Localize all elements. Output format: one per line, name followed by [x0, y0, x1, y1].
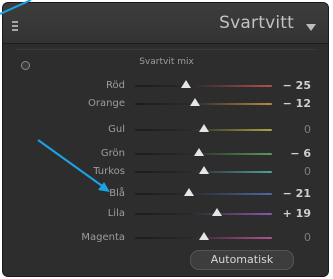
slider-label: Blå — [109, 188, 125, 199]
slider-thumb[interactable] — [194, 148, 205, 156]
slider-value[interactable]: − 6 — [290, 147, 311, 160]
slider-row-bla: Blå − 21 — [0, 186, 325, 202]
slider-row-lila: Lila + 19 — [0, 206, 325, 222]
slider-row-gron: Grön − 6 — [0, 146, 325, 162]
section-title: Svartvit mix — [139, 57, 194, 67]
slider-thumb[interactable] — [198, 232, 209, 240]
slider-label: Gul — [108, 124, 125, 135]
slider-label: Turkos — [93, 166, 125, 177]
slider-track[interactable] — [135, 103, 272, 105]
collapse-triangle-icon[interactable] — [306, 24, 316, 31]
slider-thumb[interactable] — [198, 124, 209, 132]
slider-value[interactable]: + 19 — [283, 207, 311, 220]
slider-thumb[interactable] — [181, 80, 192, 88]
slider-thumb[interactable] — [211, 208, 222, 216]
drag-handle-icon[interactable] — [12, 21, 20, 31]
slider-track[interactable] — [135, 85, 272, 87]
slider-label: Lila — [107, 208, 125, 219]
slider-thumb[interactable] — [198, 166, 209, 174]
slider-thumb[interactable] — [190, 98, 201, 106]
slider-value[interactable]: 0 — [304, 123, 311, 136]
auto-button[interactable]: Automatisk — [190, 250, 294, 270]
slider-value[interactable]: 0 — [304, 231, 311, 244]
panel-title: Svartvitt — [219, 13, 294, 33]
slider-label: Röd — [106, 80, 125, 91]
slider-row-magenta: Magenta 0 — [0, 230, 325, 246]
panel-header[interactable]: Svartvitt — [3, 3, 328, 44]
slider-value[interactable]: 0 — [304, 165, 311, 178]
divider — [15, 49, 316, 50]
slider-track[interactable] — [135, 193, 272, 195]
slider-value[interactable]: − 12 — [283, 97, 311, 110]
slider-label: Orange — [88, 98, 125, 109]
slider-thumb[interactable] — [184, 188, 195, 196]
slider-value[interactable]: − 25 — [283, 79, 311, 92]
slider-label: Magenta — [81, 232, 125, 243]
slider-track[interactable] — [135, 213, 272, 215]
slider-row-turkos: Turkos 0 — [0, 164, 325, 180]
slider-label: Grön — [100, 148, 125, 159]
slider-row-orange: Orange − 12 — [0, 96, 325, 112]
slider-value[interactable]: − 21 — [283, 187, 311, 200]
slider-row-gul: Gul 0 — [0, 122, 325, 138]
slider-row-rod: Röd − 25 — [0, 78, 325, 94]
